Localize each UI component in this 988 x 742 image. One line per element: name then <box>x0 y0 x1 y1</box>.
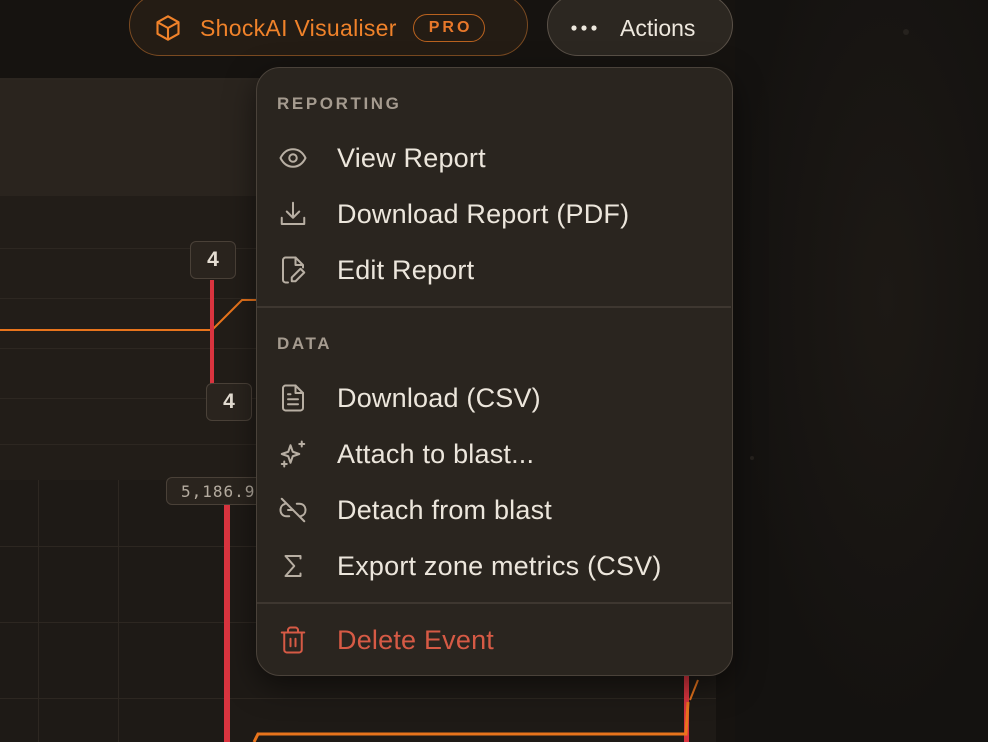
background-dot <box>750 456 754 460</box>
menu-divider <box>257 602 731 604</box>
section-label-reporting: REPORTING <box>277 94 402 113</box>
menu-item-label: Attach to blast... <box>337 438 535 469</box>
section-label-data: DATA <box>277 334 333 353</box>
brand-title: ShockAI Visualiser <box>200 14 397 41</box>
file-text-icon <box>277 382 309 414</box>
menu-item-label: Download Report (PDF) <box>337 198 630 229</box>
menu-item-label: Export zone metrics (CSV) <box>337 550 662 581</box>
menu-item-attach-to-blast[interactable]: Attach to blast... <box>257 428 731 480</box>
background-right <box>735 0 988 742</box>
value-chip: 5,186.9 <box>166 477 267 505</box>
trash-icon <box>277 624 309 656</box>
actions-label: Actions <box>620 14 696 41</box>
menu-item-export-zone-metrics[interactable]: Export zone metrics (CSV) <box>257 540 731 592</box>
menu-item-view-report[interactable]: View Report <box>257 132 731 184</box>
menu-item-detach-from-blast[interactable]: Detach from blast <box>257 484 731 536</box>
chart-panel-header <box>0 80 262 196</box>
marker-tag: 4 <box>190 241 236 279</box>
menu-item-edit-report[interactable]: Edit Report <box>257 244 731 296</box>
download-icon <box>277 198 309 230</box>
grid-line <box>118 480 119 742</box>
brand-pill[interactable]: ShockAI Visualiser PRO <box>129 0 528 56</box>
unlink-icon <box>277 494 309 526</box>
file-edit-icon <box>277 254 309 286</box>
eye-icon <box>277 142 309 174</box>
series-line <box>0 329 212 331</box>
menu-item-label: Edit Report <box>337 254 475 285</box>
cube-icon <box>156 15 180 41</box>
series-line-rise <box>211 299 256 331</box>
marker-tag: 4 <box>206 383 252 421</box>
menu-item-label: Delete Event <box>337 624 494 655</box>
menu-item-label: Download (CSV) <box>337 382 541 413</box>
grid-line <box>38 480 39 742</box>
menu-item-label: View Report <box>337 142 486 173</box>
sparkles-icon <box>277 438 309 470</box>
sigma-icon <box>277 550 309 582</box>
menu-item-download-report-pdf[interactable]: Download Report (PDF) <box>257 188 731 240</box>
series-line-bottom <box>252 679 699 742</box>
more-horizontal-icon <box>571 25 597 31</box>
event-marker-line <box>224 505 230 742</box>
actions-menu: REPORTING View Report Download Report (P… <box>256 67 733 676</box>
menu-item-delete-event[interactable]: Delete Event <box>257 614 731 666</box>
grid-line <box>0 348 262 349</box>
menu-item-download-csv[interactable]: Download (CSV) <box>257 372 731 424</box>
pro-badge: PRO <box>412 14 486 42</box>
background-dot <box>903 29 909 35</box>
menu-divider <box>257 306 731 308</box>
menu-item-label: Detach from blast <box>337 494 552 525</box>
grid-line <box>0 444 262 445</box>
actions-button[interactable]: Actions <box>547 0 733 56</box>
